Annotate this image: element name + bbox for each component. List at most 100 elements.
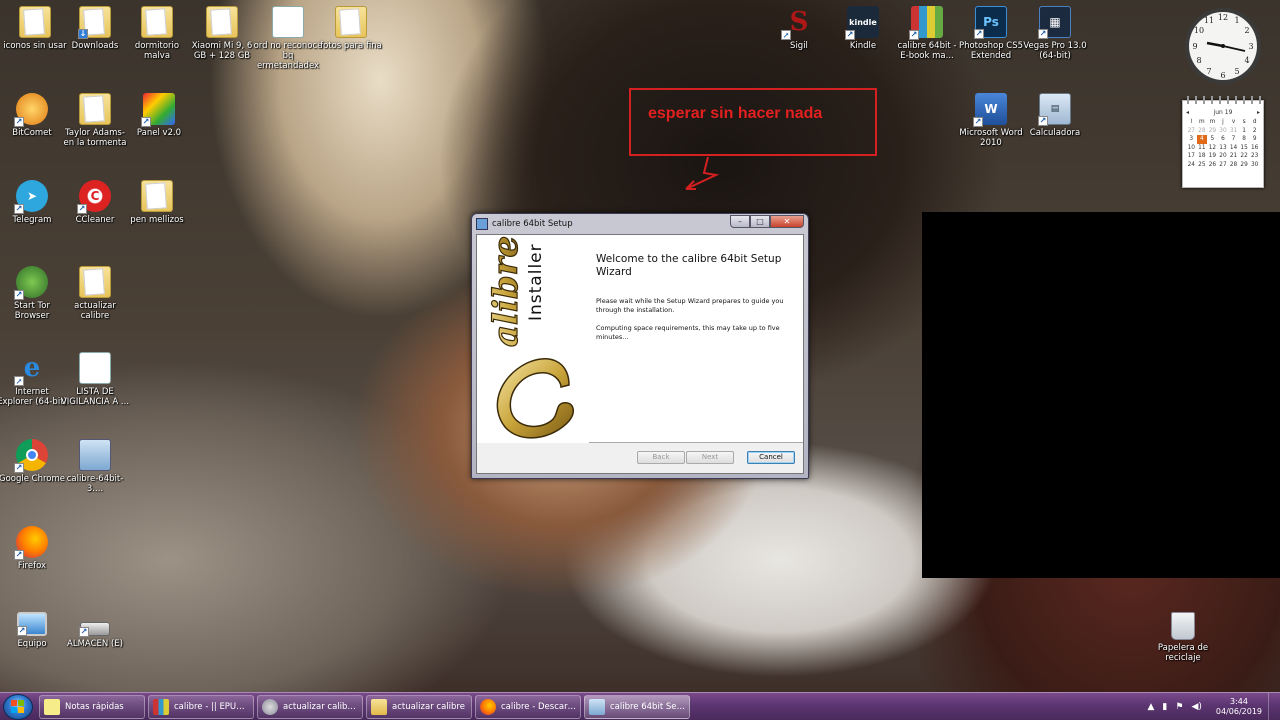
calendar-prev-icon[interactable]: ◂: [1186, 109, 1189, 116]
word-document-icon: W: [79, 352, 111, 384]
window-titlebar[interactable]: calibre 64bit Setup – □ ✕: [472, 214, 808, 234]
calendar-day[interactable]: 9: [1249, 135, 1260, 144]
calendar-day[interactable]: 7: [1228, 135, 1239, 144]
calendar-day[interactable]: 10: [1186, 144, 1197, 153]
taskbar-item-actualizar-calibre-explorer[interactable]: actualizar calibre ...: [257, 694, 363, 719]
calendar-day[interactable]: 17: [1186, 152, 1197, 161]
calendar-day[interactable]: 23: [1249, 152, 1260, 161]
setup-window[interactable]: calibre 64bit Setup – □ ✕ alibre Install…: [471, 213, 809, 479]
desktop-icon-downloads[interactable]: ↓ Downloads: [60, 6, 130, 51]
calendar-day[interactable]: 28: [1228, 161, 1239, 170]
desktop-icon-pen-mellizos[interactable]: pen mellizos: [122, 180, 192, 225]
settings-tool-icon: [262, 698, 278, 715]
desktop-icon-label: actualizar calibre: [74, 301, 116, 321]
calendar-day[interactable]: 14: [1228, 144, 1239, 153]
svg-text:8: 8: [1196, 56, 1201, 65]
calendar-day[interactable]: 30: [1218, 127, 1229, 136]
taskbar-item-calibre-descarga[interactable]: calibre - Descarga...: [475, 694, 581, 719]
calendar-day[interactable]: 25: [1197, 161, 1208, 170]
desktop-icon-calibre[interactable]: ↗ calibre 64bit - E-book ma...: [892, 6, 962, 61]
desktop-icon-almacen[interactable]: ↗ ALMACEN (E): [60, 622, 130, 649]
calendar-gadget[interactable]: ◂ jun 19 ▸ lmmjvsd 27 28 29 30 31 1 2 3 4 5 6 7 8 9 10…: [1182, 96, 1264, 188]
desktop-icon-equipo[interactable]: ↗ Equipo: [0, 612, 67, 649]
calendar-day[interactable]: 15: [1239, 144, 1250, 153]
back-button[interactable]: Back: [637, 451, 685, 464]
desktop-icon-ord-doc[interactable]: W ord no reconoce bq ermetandadex: [253, 6, 323, 71]
system-tray: ▲ ▮ ⚑ ◀) 3:44 04/06/2019: [1144, 693, 1280, 720]
show-hidden-icons-icon[interactable]: ▲: [1148, 702, 1155, 712]
calendar-day[interactable]: 26: [1207, 161, 1218, 170]
calendar-day[interactable]: 29: [1239, 161, 1250, 170]
desktop-icon-vegas-pro[interactable]: ▦ ↗ Vegas Pro 13.0 (64-bit): [1020, 6, 1090, 61]
desktop-icon-lista-vigilancia[interactable]: W LISTA DE VIGILANCIA A ...: [60, 352, 130, 407]
minimize-button[interactable]: –: [730, 214, 750, 228]
taskbar-item-calibre-epub[interactable]: calibre - || EPUB 2...: [148, 694, 254, 719]
desktop-icon-xiaomi[interactable]: Xiaomi Mi 9, 6 GB + 128 GB: [187, 6, 257, 61]
calendar-day[interactable]: 16: [1249, 144, 1260, 153]
desktop-icon-telegram[interactable]: ➤ ↗ Telegram: [0, 180, 67, 225]
clock-gadget[interactable]: 12 12 345 678 91011: [1183, 6, 1263, 86]
flag-icon[interactable]: ⚑: [1175, 702, 1183, 712]
taskbar-item-actualizar-calibre-folder[interactable]: actualizar calibre: [366, 694, 472, 719]
folder-icon: ↓: [78, 6, 111, 39]
desktop-icon-recycle-bin[interactable]: Papelera de reciclaje: [1148, 612, 1218, 663]
desktop-icon-sigil[interactable]: S ↗ Sigil: [764, 6, 834, 51]
desktop-icon-actualizar-calibre[interactable]: actualizar calibre: [60, 266, 130, 321]
calendar-day[interactable]: 22: [1239, 152, 1250, 161]
calendar-day[interactable]: 20: [1218, 152, 1229, 161]
taskbar-item-calibre-setup[interactable]: calibre 64bit Setup: [584, 694, 690, 719]
desktop-icon-tor-browser[interactable]: ↗ Start Tor Browser: [0, 266, 67, 321]
network-icon[interactable]: ▮: [1162, 702, 1167, 712]
calendar-day[interactable]: 30: [1249, 161, 1260, 170]
maximize-button[interactable]: □: [750, 214, 770, 228]
desktop-icon-word-2010[interactable]: W ↗ Microsoft Word 2010: [956, 93, 1026, 148]
desktop-icon-calibre-installer[interactable]: calibre-64bit-3....: [60, 439, 130, 494]
calendar-next-icon[interactable]: ▸: [1257, 109, 1260, 116]
desktop-icon-bitcomet[interactable]: ↗ BitComet: [0, 93, 67, 138]
calendar-day[interactable]: 28: [1197, 127, 1208, 136]
volume-icon[interactable]: ◀): [1191, 702, 1201, 712]
show-desktop-button[interactable]: [1268, 693, 1280, 720]
calendar-day[interactable]: 12: [1207, 144, 1218, 153]
start-button[interactable]: [3, 693, 33, 720]
calendar-day[interactable]: 31: [1228, 127, 1239, 136]
desktop-icon-firefox[interactable]: ↗ Firefox: [0, 526, 67, 571]
calendar-day[interactable]: 4: [1196, 135, 1208, 144]
next-button[interactable]: Next: [686, 451, 734, 464]
calendar-day[interactable]: 13: [1218, 144, 1229, 153]
calendar-day[interactable]: 18: [1197, 152, 1208, 161]
firefox-icon: ↗: [14, 526, 48, 560]
desktop-icon-calculadora[interactable]: ▤ ↗ Calculadora: [1020, 93, 1090, 138]
calendar-day[interactable]: 3: [1186, 135, 1197, 144]
cancel-button[interactable]: Cancel: [747, 451, 795, 464]
calendar-day[interactable]: 6: [1218, 135, 1229, 144]
calendar-day[interactable]: 1: [1239, 127, 1250, 136]
calendar-day[interactable]: 2: [1249, 127, 1260, 136]
calendar-day[interactable]: 24: [1186, 161, 1197, 170]
calendar-day[interactable]: 27: [1186, 127, 1197, 136]
desktop-icon-panel[interactable]: ↗ Panel v2.0: [124, 93, 194, 138]
desktop-icon-dormitorio-malva[interactable]: dormitorio malva: [122, 6, 192, 61]
desktop-icon-ccleaner[interactable]: C ↗ CCleaner: [60, 180, 130, 225]
close-button[interactable]: ✕: [770, 214, 804, 228]
desktop-icon-internet-explorer[interactable]: e ↗ Internet Explorer (64-bit): [0, 352, 67, 407]
desktop-icon-fotos-para-fina[interactable]: fotos para fina: [316, 6, 386, 51]
desktop-icon-kindle[interactable]: kindle ↗ Kindle: [828, 6, 898, 51]
taskbar-item-notas-rapidas[interactable]: Notas rápidas: [39, 694, 145, 719]
desktop-icon-google-chrome[interactable]: ↗ Google Chrome: [0, 439, 67, 484]
calendar-day[interactable]: 27: [1218, 161, 1229, 170]
calendar-day[interactable]: 8: [1239, 135, 1250, 144]
desktop-icon-label: LISTA DE VIGILANCIA A ...: [60, 387, 130, 407]
tray-clock[interactable]: 3:44 04/06/2019: [1216, 697, 1262, 717]
installer-package-icon: [79, 439, 111, 471]
desktop-icon-taylor-adams[interactable]: Taylor Adams-en la tormenta: [60, 93, 130, 148]
desktop-icon-label: CCleaner: [75, 215, 115, 225]
svg-text:2: 2: [1244, 26, 1249, 35]
svg-text:9: 9: [1192, 42, 1197, 51]
desktop-icon-photoshop[interactable]: Ps ↗ Photoshop CS5 Extended: [956, 6, 1026, 61]
calendar-day[interactable]: 29: [1207, 127, 1218, 136]
calendar-day[interactable]: 11: [1197, 144, 1208, 153]
calendar-day[interactable]: 21: [1228, 152, 1239, 161]
calendar-day[interactable]: 19: [1207, 152, 1218, 161]
calendar-day[interactable]: 5: [1207, 135, 1218, 144]
